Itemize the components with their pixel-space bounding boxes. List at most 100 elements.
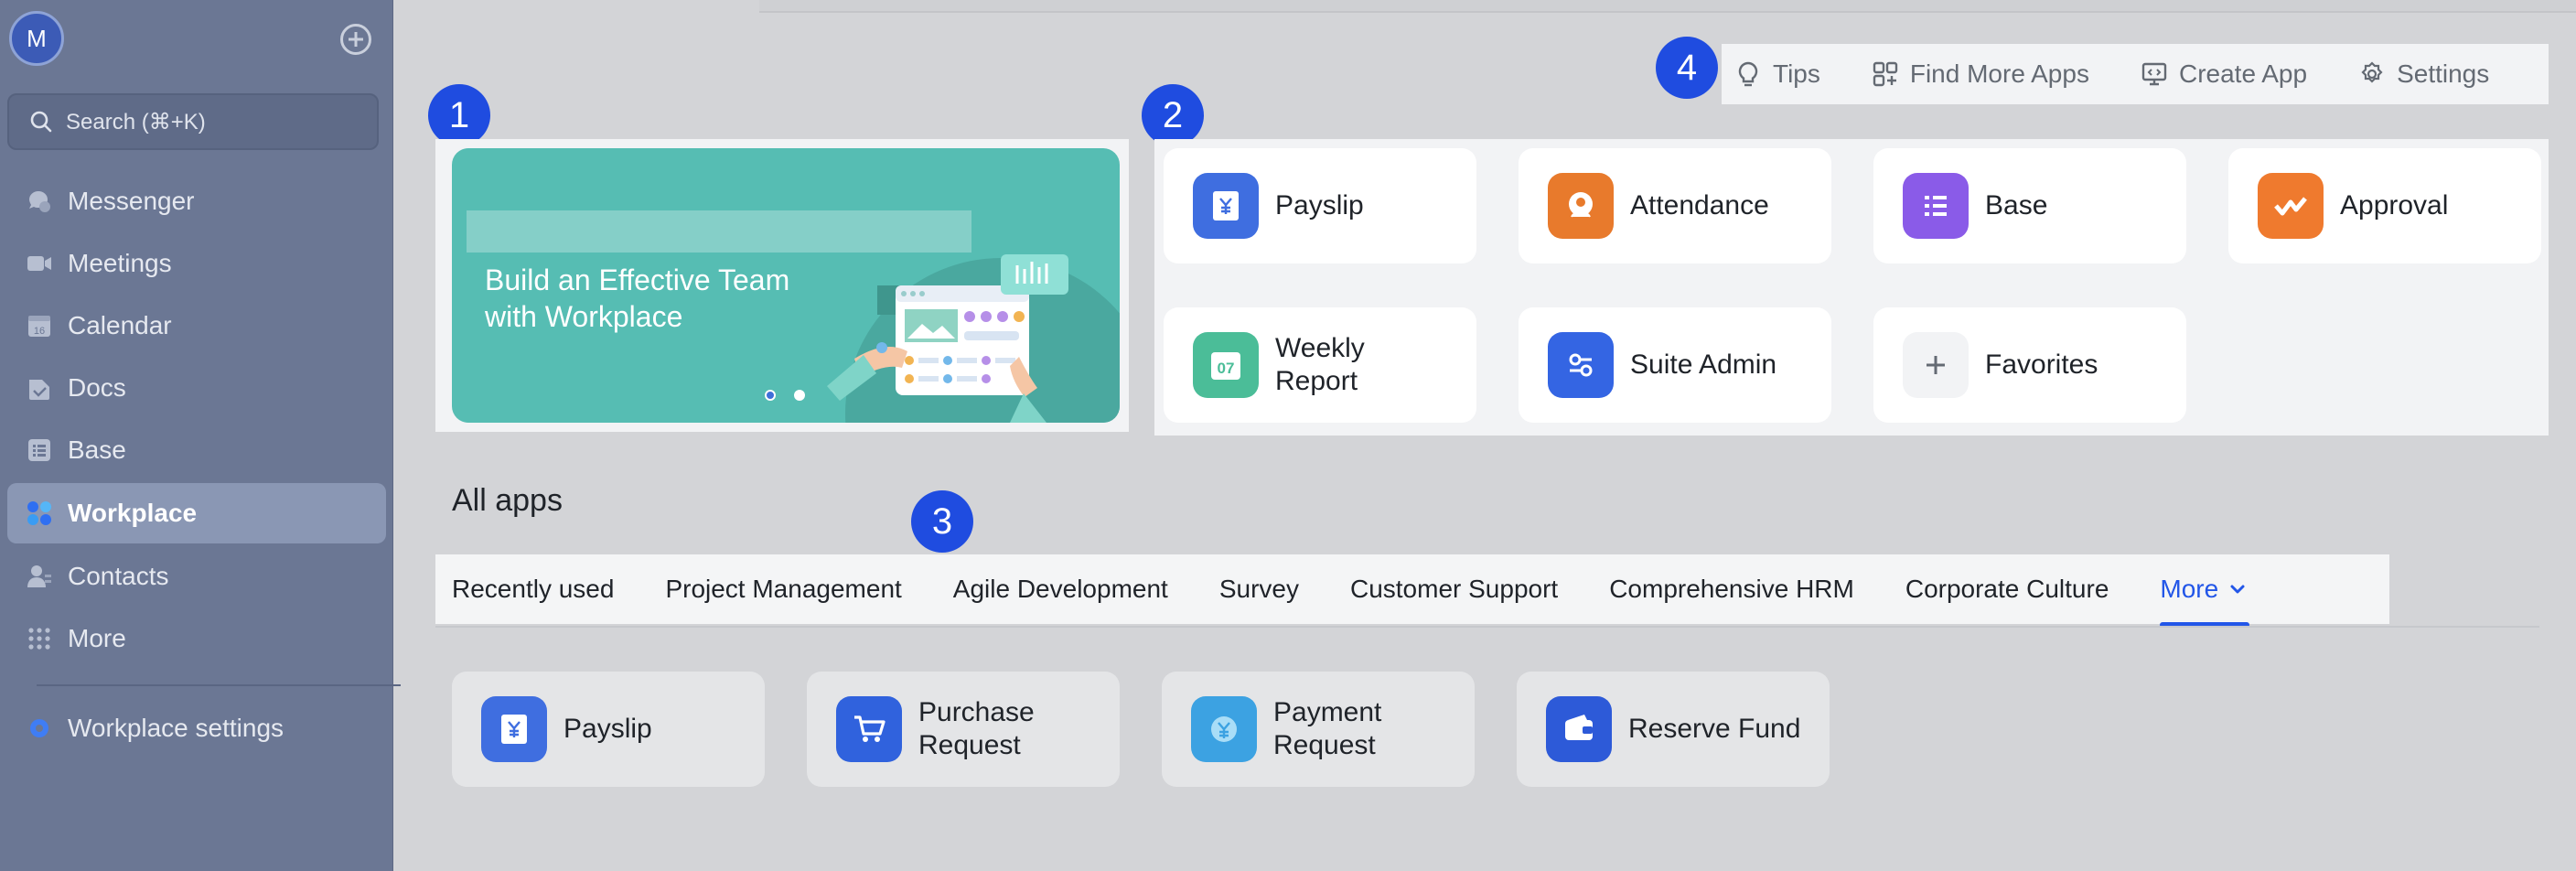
workplace-banner[interactable]: Build an Effective Team with Workplace — [452, 148, 1120, 423]
app-card-suite-admin[interactable]: Suite Admin — [1519, 307, 1831, 423]
sidebar-item-label: Contacts — [68, 562, 169, 590]
app-name: Weekly Report — [1275, 333, 1365, 396]
find-more-apps-button[interactable]: Find More Apps — [1872, 59, 2089, 89]
app-name: Suite Admin — [1630, 349, 1777, 380]
base-icon — [28, 439, 50, 461]
messenger-icon — [29, 191, 50, 212]
sidebar-item-label: Calendar — [68, 311, 172, 339]
all-app-card-payment-request[interactable]: Payment Request — [1162, 672, 1475, 787]
app-card-attendance[interactable]: Attendance — [1519, 148, 1831, 263]
workplace-settings-label: Workplace settings — [68, 714, 284, 742]
contacts-icon — [27, 565, 51, 587]
gear-icon — [30, 719, 48, 737]
cart-icon — [836, 696, 902, 762]
sidebar-divider — [37, 684, 401, 686]
tab-corporate-culture[interactable]: Corporate Culture — [1905, 554, 2109, 624]
sidebar-item-label: Messenger — [68, 187, 195, 215]
payslip-icon — [481, 696, 547, 762]
settings-label: Settings — [2397, 59, 2490, 88]
workplace-toolbar: Tips Find More Apps Create App Settings — [1722, 44, 2549, 104]
avatar[interactable]: M — [9, 11, 64, 66]
tab-more[interactable]: More — [2160, 554, 2250, 628]
plus-icon — [1903, 332, 1969, 398]
sidebar-item-label: Meetings — [68, 249, 172, 277]
app-card-base[interactable]: Base — [1873, 148, 2186, 263]
tab-comprehensive-hrm[interactable]: Comprehensive HRM — [1609, 554, 1854, 624]
app-name: Payment Request — [1273, 697, 1382, 760]
svg-text:07: 07 — [1218, 360, 1235, 377]
tab-recently-used[interactable]: Recently used — [452, 554, 614, 624]
app-name: Base — [1985, 190, 2048, 220]
app-card-payslip[interactable]: Payslip — [1164, 148, 1476, 263]
approval-icon — [2258, 173, 2324, 239]
video-icon — [27, 256, 51, 271]
carousel-dot-active[interactable] — [765, 390, 776, 401]
app-name: Reserve Fund — [1628, 714, 1801, 744]
tab-project-management[interactable]: Project Management — [665, 554, 901, 624]
tab-customer-support[interactable]: Customer Support — [1350, 554, 1558, 624]
sidebar-item-contacts[interactable]: Contacts — [7, 547, 386, 606]
create-app-button[interactable]: Create App — [2141, 59, 2307, 89]
app-card-weekly-report[interactable]: 07 Weekly Report — [1164, 307, 1476, 423]
base-icon — [1903, 173, 1969, 239]
weekly-report-icon: 07 — [1193, 332, 1259, 398]
carousel-dot[interactable] — [794, 390, 805, 401]
chevron-down-icon — [2230, 585, 2245, 594]
svg-text:16: 16 — [34, 326, 45, 337]
attendance-icon — [1548, 173, 1614, 239]
tab-agile-development[interactable]: Agile Development — [953, 554, 1168, 624]
tab-survey[interactable]: Survey — [1219, 554, 1299, 624]
lightbulb-icon — [1738, 61, 1758, 87]
wallet-icon — [1546, 696, 1612, 762]
app-name: Purchase Request — [918, 697, 1035, 760]
sidebar-item-messenger[interactable]: Messenger — [7, 172, 386, 231]
app-name: Payslip — [1275, 190, 1364, 220]
all-app-card-purchase-request[interactable]: Purchase Request — [807, 672, 1120, 787]
sidebar-item-label: More — [68, 624, 126, 652]
sidebar-item-meetings[interactable]: Meetings — [7, 234, 386, 293]
sidebar-item-docs[interactable]: Docs — [7, 359, 386, 417]
sidebar-item-workplace[interactable]: Workplace — [7, 483, 386, 543]
top-divider — [759, 0, 2576, 13]
grid-icon — [28, 628, 50, 650]
carousel-dots — [765, 390, 823, 401]
docs-icon — [29, 380, 49, 400]
banner-frame: Build an Effective Team with Workplace — [435, 139, 1129, 432]
app-name: Payslip — [564, 714, 652, 744]
search-input[interactable]: Search (⌘+K) — [7, 93, 379, 150]
sidebar-item-more[interactable]: More — [7, 609, 386, 668]
all-app-card-reserve-fund[interactable]: Reserve Fund — [1517, 672, 1830, 787]
callout-badge-1: 1 — [428, 84, 490, 146]
find-more-apps-label: Find More Apps — [1909, 59, 2089, 88]
tips-button[interactable]: Tips — [1734, 59, 1820, 89]
callout-badge-2: 2 — [1142, 84, 1204, 146]
sidebar-nav: Messenger Meetings 16 Calendar Docs Base… — [7, 172, 386, 672]
callout-badge-3: 3 — [911, 490, 973, 553]
gear-icon — [2361, 61, 2383, 83]
sidebar: M Search (⌘+K) Messenger Meetings 16 Cal… — [0, 0, 401, 871]
all-apps-title: All apps — [452, 483, 563, 518]
tab-more-label: More — [2160, 575, 2219, 603]
all-app-card-payslip[interactable]: Payslip — [452, 672, 765, 787]
sidebar-item-calendar[interactable]: 16 Calendar — [7, 296, 386, 355]
payment-icon — [1191, 696, 1257, 762]
workplace-settings-item[interactable]: Workplace settings — [7, 699, 386, 758]
category-tabs: Recently used Project Management Agile D… — [435, 554, 2389, 628]
create-app-label: Create App — [2178, 59, 2308, 88]
app-card-approval[interactable]: Approval — [2228, 148, 2541, 263]
banner-illustration — [827, 254, 1120, 423]
calendar-icon: 16 — [28, 316, 50, 337]
settings-button[interactable]: Settings — [2358, 59, 2489, 89]
sidebar-item-base[interactable]: Base — [7, 421, 386, 479]
payslip-icon — [1193, 173, 1259, 239]
search-placeholder: Search (⌘+K) — [66, 109, 206, 134]
sidebar-item-label: Workplace — [68, 499, 198, 527]
monitor-code-icon — [2141, 62, 2167, 86]
add-button[interactable] — [340, 24, 371, 55]
app-card-favorites[interactable]: Favorites — [1873, 307, 2186, 423]
tips-label: Tips — [1773, 59, 1820, 88]
workplace-icon — [27, 501, 51, 525]
search-icon — [30, 111, 52, 133]
tabs-divider — [435, 626, 2539, 628]
sidebar-item-label: Docs — [68, 373, 126, 402]
